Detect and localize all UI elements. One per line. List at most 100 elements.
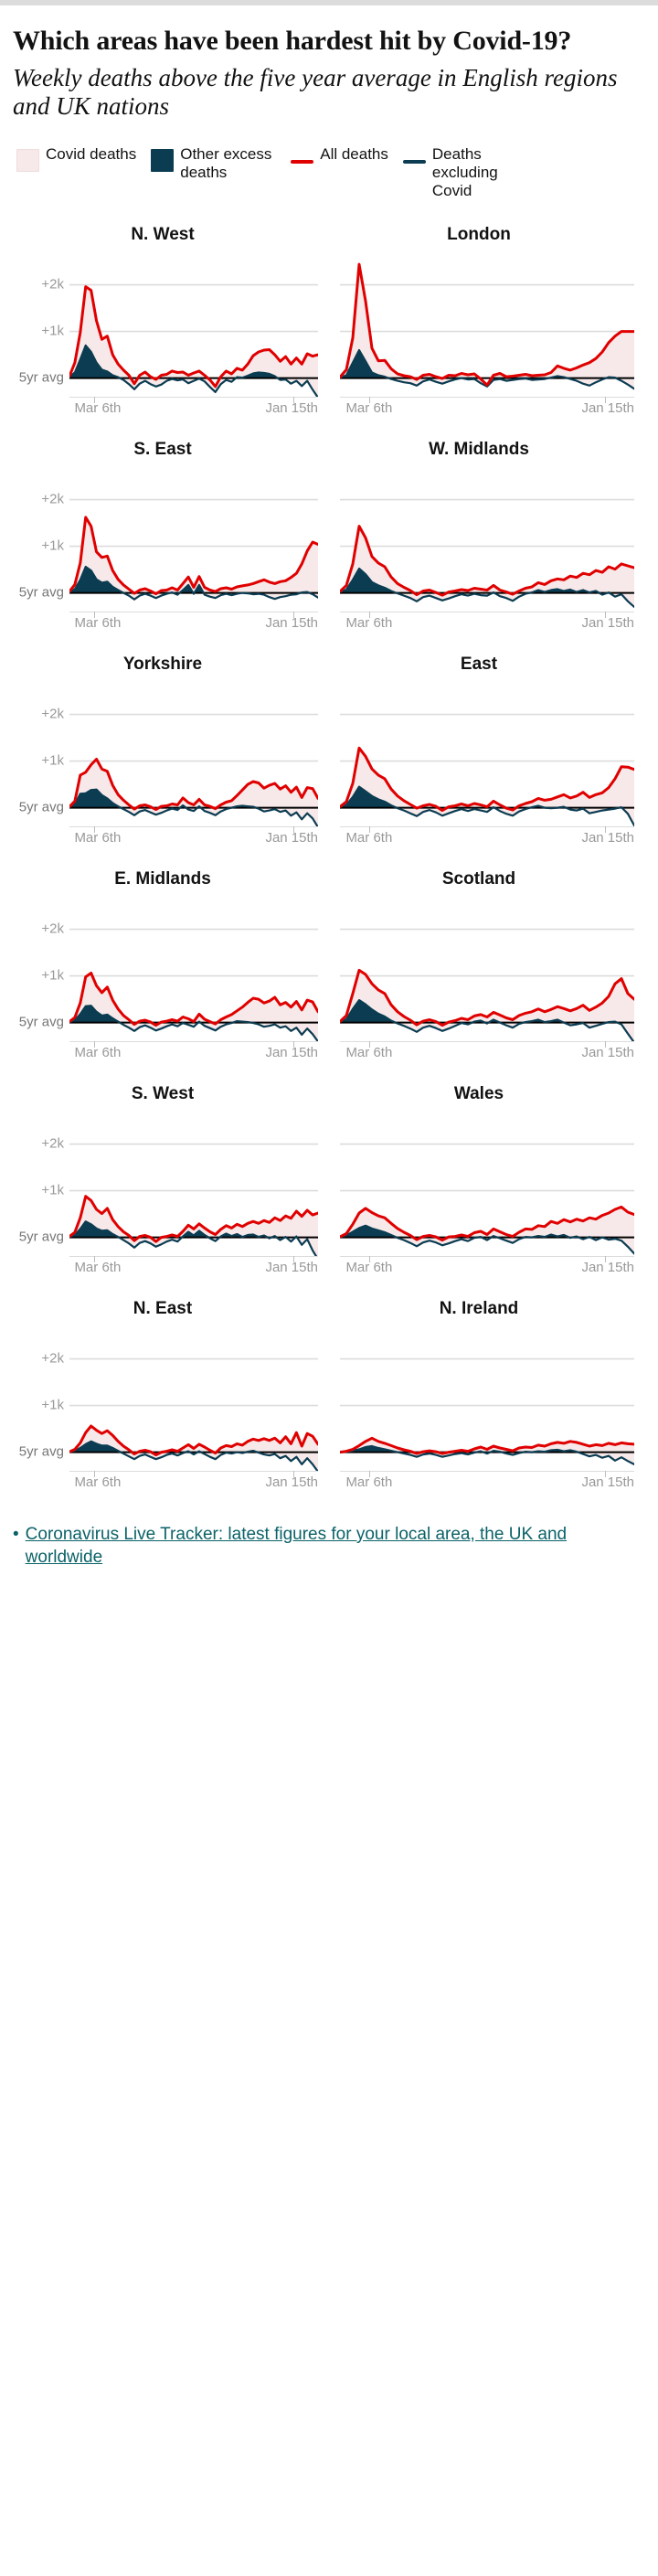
covid-deaths-swatch-icon xyxy=(16,148,39,172)
y-axis-label-5yr-avg: 5yr avg xyxy=(18,369,64,386)
legend-label-all-deaths: All deaths xyxy=(320,144,388,163)
y-axis-label--1k: +1k xyxy=(41,752,64,769)
legend-item-other-excess-deaths: Other excess deaths xyxy=(151,145,276,183)
plot-area-wales xyxy=(340,1121,634,1256)
x-axis-label-end: Jan 15th xyxy=(581,1474,634,1490)
chart-panel-title-east: East xyxy=(460,654,498,674)
chart-panel-london: London Mar 6th Jan 15th xyxy=(329,225,645,440)
x-axis-labels-n-west: Mar 6th Jan 15th xyxy=(69,398,318,418)
panel-row: N. East +2k +1k 5yr avg Mar 6th Jan 15th N. Ir… xyxy=(13,1299,645,1514)
chart-panel-title-e-midlands: E. Midlands xyxy=(114,868,211,889)
chart-panel-yorkshire: Yorkshire +2k +1k 5yr avg Mar 6th Jan 15th xyxy=(13,655,329,869)
chart-panel-n-west: N. West +2k +1k 5yr avg Mar 6th Jan 15th xyxy=(13,225,329,440)
x-axis-label-start: Mar 6th xyxy=(345,614,393,631)
x-axis-label-start: Mar 6th xyxy=(345,1474,393,1490)
plot-area-scotland xyxy=(340,906,634,1041)
y-axis-label--1k: +1k xyxy=(41,1397,64,1413)
chart-panel-title-s-west: S. West xyxy=(131,1083,195,1103)
x-axis-label-end: Jan 15th xyxy=(581,1259,634,1275)
page-standfirst: Weekly deaths above the five year averag… xyxy=(13,63,618,121)
all-deaths-line-swatch-icon xyxy=(291,159,314,164)
legend-label-other-excess-deaths: Other excess deaths xyxy=(180,144,272,181)
x-axis-label-end: Jan 15th xyxy=(581,1044,634,1060)
chart-legend: Covid deaths Other excess deaths All dea… xyxy=(13,145,645,201)
chart-panel-e-midlands: E. Midlands +2k +1k 5yr avg Mar 6th Jan 15th xyxy=(13,869,329,1084)
chart-panel-scotland: Scotland Mar 6th Jan 15th xyxy=(329,869,645,1084)
x-axis-label-end: Jan 15th xyxy=(265,1259,318,1275)
panel-row: S. East +2k +1k 5yr avg Mar 6th Jan 15th W. Mi… xyxy=(13,440,645,655)
x-axis-label-start: Mar 6th xyxy=(74,1474,122,1490)
y-axis-label--2k: +2k xyxy=(41,1350,64,1367)
chart-panel-title-w-midlands: W. Midlands xyxy=(429,439,529,459)
y-axis-label--2k: +2k xyxy=(41,1135,64,1152)
x-axis-label-start: Mar 6th xyxy=(74,1259,122,1275)
plot-area-n-ireland xyxy=(340,1336,634,1471)
panel-row: S. West +2k +1k 5yr avg Mar 6th Jan 15th Wales… xyxy=(13,1084,645,1299)
y-axis-label-5yr-avg: 5yr avg xyxy=(18,584,64,601)
y-axis-label-5yr-avg: 5yr avg xyxy=(18,1014,64,1030)
x-axis-label-end: Jan 15th xyxy=(265,1474,318,1490)
x-axis-labels-s-east: Mar 6th Jan 15th xyxy=(69,612,318,633)
page-title: Which areas have been hardest hit by Cov… xyxy=(13,26,572,56)
x-axis-labels-london: Mar 6th Jan 15th xyxy=(340,398,634,418)
article-header: Which areas have been hardest hit by Cov… xyxy=(0,26,658,1514)
x-axis-label-start: Mar 6th xyxy=(74,829,122,846)
page-top-rule xyxy=(0,0,658,5)
x-axis-label-start: Mar 6th xyxy=(74,614,122,631)
chart-panel-w-midlands: W. Midlands Mar 6th Jan 15th xyxy=(329,440,645,655)
x-axis-label-start: Mar 6th xyxy=(74,1044,122,1060)
small-multiples-grid: N. West +2k +1k 5yr avg Mar 6th Jan 15th Londo… xyxy=(13,225,645,1514)
y-axis-label-5yr-avg: 5yr avg xyxy=(18,799,64,815)
plot-area-london xyxy=(340,261,634,397)
chart-panel-title-n-ireland: N. Ireland xyxy=(439,1298,519,1318)
x-axis-labels-east: Mar 6th Jan 15th xyxy=(340,827,634,847)
x-axis-label-start: Mar 6th xyxy=(345,829,393,846)
x-axis-label-start: Mar 6th xyxy=(345,1044,393,1060)
chart-panel-s-east: S. East +2k +1k 5yr avg Mar 6th Jan 15th xyxy=(13,440,329,655)
panel-row: Yorkshire +2k +1k 5yr avg Mar 6th Jan 15th Eas… xyxy=(13,655,645,869)
plot-area-s-west: +2k +1k 5yr avg xyxy=(19,1121,318,1256)
coronavirus-live-tracker-link[interactable]: Coronavirus Live Tracker: latest figures… xyxy=(26,1523,645,1570)
plot-area-n-east: +2k +1k 5yr avg xyxy=(19,1336,318,1471)
bullet-icon: • xyxy=(13,1524,19,1544)
related-links: • Coronavirus Live Tracker: latest figur… xyxy=(0,1523,658,1582)
y-axis-label--1k: +1k xyxy=(41,1182,64,1198)
x-axis-label-start: Mar 6th xyxy=(345,399,393,416)
x-axis-labels-yorkshire: Mar 6th Jan 15th xyxy=(69,827,318,847)
x-axis-labels-wales: Mar 6th Jan 15th xyxy=(340,1257,634,1277)
y-axis-label--1k: +1k xyxy=(41,538,64,554)
x-axis-label-end: Jan 15th xyxy=(581,614,634,631)
legend-label-covid-deaths: Covid deaths xyxy=(46,144,137,163)
plot-area-w-midlands xyxy=(340,476,634,612)
x-axis-labels-n-ireland: Mar 6th Jan 15th xyxy=(340,1472,634,1492)
legend-item-deaths-excluding-covid: Deaths excluding Covid xyxy=(402,144,528,201)
chart-panel-title-yorkshire: Yorkshire xyxy=(122,654,203,674)
y-axis-label--2k: +2k xyxy=(41,276,64,293)
x-axis-label-end: Jan 15th xyxy=(265,614,318,631)
chart-panel-n-east: N. East +2k +1k 5yr avg Mar 6th Jan 15th xyxy=(13,1299,329,1514)
y-axis-label-5yr-avg: 5yr avg xyxy=(18,1229,64,1245)
plot-area-east xyxy=(340,691,634,826)
panel-row: E. Midlands +2k +1k 5yr avg Mar 6th Jan 15th S… xyxy=(13,869,645,1084)
deaths-excluding-covid-line-swatch-icon xyxy=(402,159,426,164)
y-axis-label--1k: +1k xyxy=(41,323,64,339)
x-axis-labels-scotland: Mar 6th Jan 15th xyxy=(340,1042,634,1062)
y-axis-label-5yr-avg: 5yr avg xyxy=(18,1443,64,1460)
chart-panel-n-ireland: N. Ireland Mar 6th Jan 15th xyxy=(329,1299,645,1514)
other-excess-deaths-swatch-icon xyxy=(151,148,175,172)
x-axis-label-end: Jan 15th xyxy=(265,829,318,846)
x-axis-label-start: Mar 6th xyxy=(345,1259,393,1275)
legend-label-deaths-excluding-covid: Deaths excluding Covid xyxy=(431,144,498,200)
x-axis-label-start: Mar 6th xyxy=(74,399,122,416)
chart-panel-east: East Mar 6th Jan 15th xyxy=(329,655,645,869)
x-axis-label-end: Jan 15th xyxy=(581,829,634,846)
chart-panel-title-scotland: Scotland xyxy=(441,868,516,889)
x-axis-labels-n-east: Mar 6th Jan 15th xyxy=(69,1472,318,1492)
panel-row: N. West +2k +1k 5yr avg Mar 6th Jan 15th Londo… xyxy=(13,225,645,440)
chart-panel-title-n-west: N. West xyxy=(131,224,195,244)
legend-item-covid-deaths: Covid deaths xyxy=(16,145,136,172)
x-axis-labels-e-midlands: Mar 6th Jan 15th xyxy=(69,1042,318,1062)
y-axis-label--2k: +2k xyxy=(41,706,64,722)
related-link-row: • Coronavirus Live Tracker: latest figur… xyxy=(13,1523,645,1570)
chart-panel-title-wales: Wales xyxy=(453,1083,504,1103)
